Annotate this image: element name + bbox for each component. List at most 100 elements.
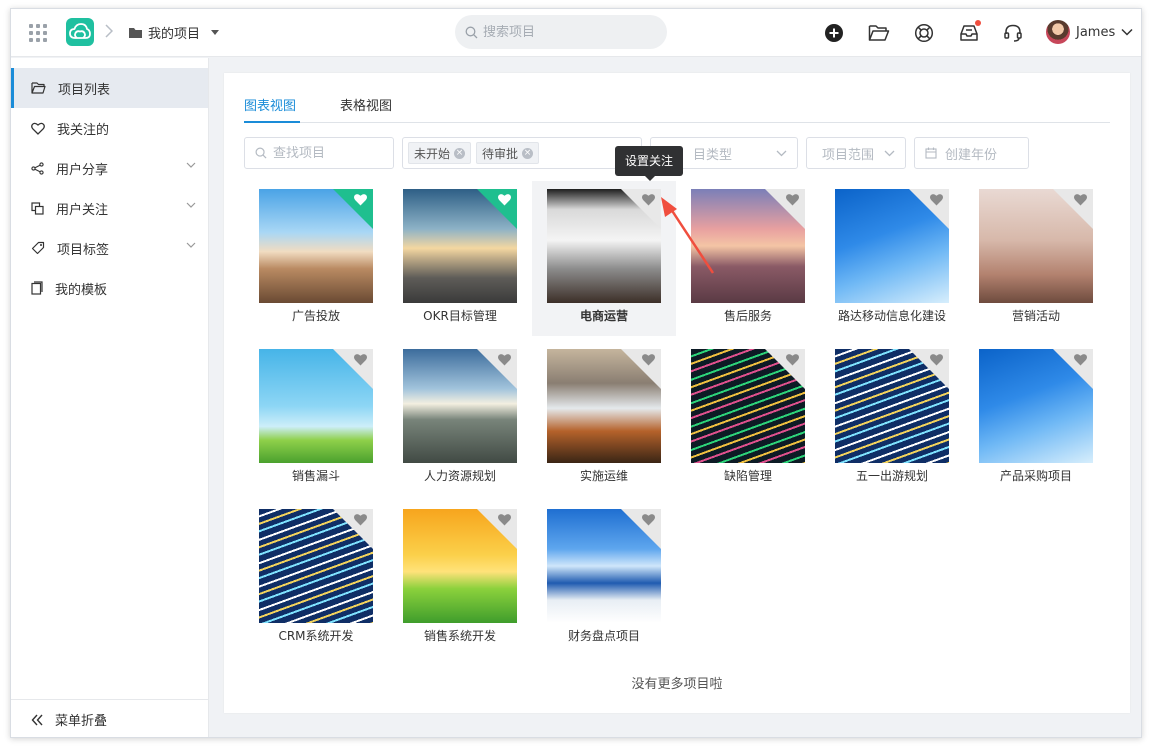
sidebar-item-my-follows[interactable]: 我关注的	[11, 108, 208, 148]
avatar	[1046, 20, 1070, 44]
heart-icon	[31, 122, 45, 135]
sidebar-item-label: 用户分享	[56, 162, 109, 178]
project-card[interactable]: CRM系统开发	[244, 501, 388, 656]
folder-open-icon[interactable]	[868, 22, 890, 44]
sidebar-item-user-shares[interactable]: 用户分享	[11, 148, 208, 188]
heart-icon[interactable]	[785, 353, 800, 366]
project-card[interactable]: 财务盘点项目	[532, 501, 676, 656]
project-thumbnail	[835, 349, 949, 463]
heart-icon[interactable]	[497, 193, 512, 206]
status-multiselect[interactable]: 未开始 × 待审批 ×	[402, 137, 642, 169]
project-name: 路达移动信息化建设	[837, 309, 946, 323]
project-name: CRM系统开发	[278, 629, 354, 643]
share-icon	[31, 161, 44, 175]
headset-support-icon[interactable]	[1002, 22, 1024, 44]
heart-icon[interactable]	[785, 193, 800, 206]
heart-icon[interactable]	[1073, 353, 1088, 366]
project-name: 缺陷管理	[723, 469, 772, 483]
heart-icon[interactable]	[929, 193, 944, 206]
project-name: 财务盘点项目	[567, 629, 640, 643]
project-search-box[interactable]	[244, 137, 394, 169]
heart-icon[interactable]	[1073, 193, 1088, 206]
global-search[interactable]	[455, 15, 667, 49]
sidebar-item-my-templates[interactable]: 我的模板	[11, 268, 208, 308]
apps-grid-icon[interactable]	[29, 24, 47, 42]
project-thumbnail	[691, 349, 805, 463]
sidebar-item-label: 我的模板	[55, 282, 108, 298]
inbox-notification-icon[interactable]	[958, 20, 981, 44]
project-card[interactable]: 路达移动信息化建设	[820, 181, 964, 336]
status-tag-not-started: 未开始 ×	[408, 142, 472, 164]
project-card[interactable]: OKR目标管理	[388, 181, 532, 336]
heart-icon[interactable]	[353, 513, 368, 526]
project-range-placeholder: 项目范围	[822, 147, 875, 163]
heart-icon[interactable]	[353, 353, 368, 366]
project-thumbnail	[403, 509, 517, 623]
cloud-logo-icon[interactable]	[66, 18, 94, 46]
project-card[interactable]: 销售系统开发	[388, 501, 532, 656]
heart-icon[interactable]	[497, 513, 512, 526]
folder-icon	[129, 27, 142, 38]
top-header: 我的项目 James	[11, 9, 1141, 57]
sidebar-item-project-list[interactable]: 项目列表	[11, 68, 208, 108]
heart-icon[interactable]	[929, 353, 944, 366]
created-year-picker[interactable]: 创建年份	[914, 137, 1029, 169]
project-thumbnail	[259, 189, 373, 303]
tag-close-icon[interactable]: ×	[522, 147, 534, 159]
breadcrumb-separator-icon	[105, 24, 114, 42]
project-card[interactable]: 销售漏斗	[244, 341, 388, 496]
created-year-placeholder: 创建年份	[945, 147, 998, 163]
project-name: 营销活动	[1011, 309, 1060, 323]
project-name: 五一出游规划	[855, 469, 928, 483]
project-card[interactable]: 实施运维	[532, 341, 676, 496]
tab-table-view[interactable]: 表格视图	[340, 95, 400, 123]
status-tag-pending-approval: 待审批 ×	[476, 142, 540, 164]
view-tabs: 图表视图 表格视图	[244, 95, 1110, 123]
tab-chart-view[interactable]: 图表视图	[244, 95, 300, 123]
project-card[interactable]: 缺陷管理	[676, 341, 820, 496]
help-lifebuoy-icon[interactable]	[913, 22, 935, 44]
project-card[interactable]: 广告投放	[244, 181, 388, 336]
sidebar-item-project-tags[interactable]: 项目标签	[11, 228, 208, 268]
project-panel: 图表视图 表格视图 未开始 × 待审批 × 目类型	[224, 73, 1130, 713]
chevron-down-icon	[186, 202, 196, 208]
project-thumbnail	[403, 349, 517, 463]
search-icon	[255, 147, 267, 159]
app-window: 我的项目 James	[10, 8, 1142, 738]
project-thumbnail	[403, 189, 517, 303]
heart-icon[interactable]	[641, 193, 656, 206]
heart-icon[interactable]	[353, 193, 368, 206]
project-card[interactable]: 营销活动	[964, 181, 1108, 336]
user-menu[interactable]: James	[1046, 20, 1133, 44]
sidebar-item-label: 用户关注	[56, 202, 109, 218]
project-name: 销售系统开发	[423, 629, 496, 643]
status-tag-label: 待审批	[482, 146, 519, 161]
project-name: 实施运维	[579, 469, 628, 483]
template-icon	[31, 281, 43, 295]
global-search-input[interactable]	[483, 24, 653, 40]
breadcrumb[interactable]: 我的项目	[128, 23, 220, 42]
project-thumbnail	[979, 349, 1093, 463]
menu-collapse-button[interactable]: 菜单折叠	[11, 699, 208, 737]
caret-down-icon	[211, 30, 220, 35]
project-range-select[interactable]: 项目范围	[806, 137, 906, 169]
add-circle-icon[interactable]	[823, 22, 845, 44]
project-card[interactable]: 人力资源规划	[388, 341, 532, 496]
calendar-icon	[925, 147, 937, 159]
heart-icon[interactable]	[641, 513, 656, 526]
heart-icon[interactable]	[641, 353, 656, 366]
project-card[interactable]: 产品采购项目	[964, 341, 1108, 496]
project-card[interactable]: 电商运营	[532, 181, 676, 336]
tag-icon	[31, 241, 45, 255]
status-tag-label: 未开始	[414, 146, 451, 161]
breadcrumb-label: 我的项目	[148, 27, 201, 42]
project-card[interactable]: 五一出游规划	[820, 341, 964, 496]
copy-icon	[31, 201, 44, 215]
project-search-input[interactable]	[273, 145, 383, 161]
project-name: OKR目标管理	[423, 309, 497, 323]
tag-close-icon[interactable]: ×	[454, 147, 466, 159]
heart-icon[interactable]	[497, 353, 512, 366]
sidebar-item-user-follows[interactable]: 用户关注	[11, 188, 208, 228]
chevron-down-icon	[186, 242, 196, 248]
search-icon	[465, 26, 478, 38]
